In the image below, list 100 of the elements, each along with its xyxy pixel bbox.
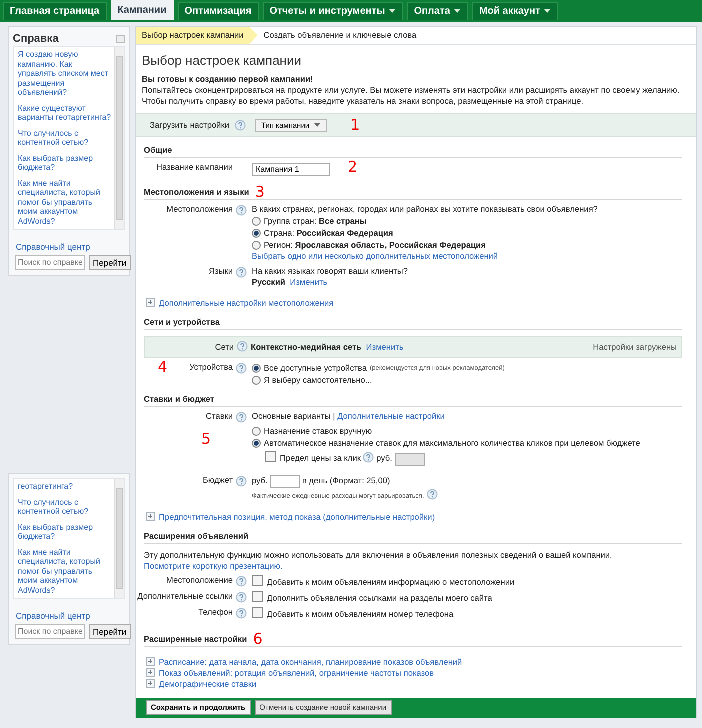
checkbox[interactable] bbox=[265, 451, 276, 462]
section-heading: Местоположения и языки bbox=[144, 187, 250, 198]
help-icon[interactable] bbox=[236, 576, 247, 587]
change-link[interactable]: Изменить bbox=[290, 277, 328, 288]
checkbox[interactable] bbox=[252, 590, 263, 602]
expand-icon[interactable] bbox=[146, 668, 155, 677]
caret-icon bbox=[544, 9, 552, 13]
help-icon[interactable] bbox=[236, 476, 247, 487]
help-icon[interactable] bbox=[236, 267, 247, 278]
help-link[interactable]: Что случилось с контентной сетью? bbox=[18, 498, 112, 516]
search-button[interactable]: Перейти bbox=[89, 255, 131, 270]
help-icon[interactable] bbox=[236, 412, 247, 424]
section-heading: Расширенные настройки bbox=[144, 634, 248, 645]
help-icon[interactable] bbox=[426, 488, 438, 500]
help-link[interactable]: Какие существуют варианты геотаргетинга? bbox=[18, 104, 112, 122]
nav-tab[interactable]: Кампании bbox=[110, 0, 174, 20]
panel-title: Справка bbox=[13, 32, 59, 44]
help-icon[interactable] bbox=[236, 592, 247, 603]
help-link[interactable]: Как мне найти специалиста, который помог бы управлять моим аккаунтом AdWords? bbox=[18, 548, 112, 595]
annotation-number: 1 bbox=[350, 120, 360, 130]
nav-tab[interactable]: Мой аккаунт bbox=[472, 2, 558, 20]
option-label: Все доступные устройства bbox=[264, 363, 367, 374]
network-value: Контекстно-медийная сеть bbox=[251, 342, 362, 352]
field-label: Телефон bbox=[198, 606, 233, 617]
option-label: Назначение ставок вручную bbox=[264, 426, 372, 438]
help-link[interactable]: Как мне найти специалиста, который помог бы управлять моим аккаунтом AdWords? bbox=[18, 178, 112, 226]
option-label: Я выберу самостоятельно... bbox=[264, 375, 372, 386]
change-link[interactable]: Изменить bbox=[366, 342, 404, 352]
annotation-number: 2 bbox=[348, 158, 358, 176]
field-label: Местоположение bbox=[166, 574, 233, 585]
caret-icon bbox=[454, 9, 462, 13]
question-text: На каких языках говорят ваши клиенты? bbox=[252, 266, 408, 276]
checkbox[interactable] bbox=[252, 574, 263, 586]
option-label: Дополнить объявления ссылками на разделы моего сайта bbox=[267, 592, 492, 603]
expand-icon[interactable] bbox=[146, 656, 155, 666]
help-link[interactable]: геотаргетинга? bbox=[18, 482, 112, 492]
option-label: Добавить к моим объявлениям информацию о местоположении bbox=[267, 576, 515, 587]
checkbox[interactable] bbox=[252, 606, 263, 618]
nav-tab[interactable]: Оптимизация bbox=[178, 2, 259, 20]
currency-label: руб. bbox=[376, 453, 392, 464]
help-icon[interactable] bbox=[235, 120, 246, 130]
section-heading: Ставки и бюджет bbox=[144, 394, 214, 406]
help-link[interactable]: Как выбрать размер бюджета? bbox=[18, 154, 112, 172]
radio-button[interactable] bbox=[252, 439, 261, 448]
search-button[interactable]: Перейти bbox=[89, 624, 131, 639]
status-text: Настройки загружены bbox=[593, 342, 678, 353]
annotation-number: 6 bbox=[253, 634, 263, 645]
extensions-description: Эту дополнительную функцию можно использовать для включения в объявления полезных сведений о вашей компании. Посмотрите короткую презентацию. bbox=[144, 550, 614, 572]
caret-icon bbox=[314, 122, 321, 126]
help-icon[interactable] bbox=[237, 341, 248, 352]
advanced-settings-link[interactable]: Дополнительные настройки bbox=[338, 411, 445, 422]
help-link[interactable]: Я создаю новую кампанию. Как управлять списком мест размещения объявлений? bbox=[18, 50, 112, 98]
field-label: Сети bbox=[215, 342, 234, 352]
intro-heading: Вы готовы к созданию первой кампании! bbox=[142, 74, 314, 85]
expand-link[interactable]: Дополнительные настройки местоположения bbox=[159, 298, 334, 308]
page-title: Выбор настроек кампании bbox=[142, 53, 302, 69]
radio-button[interactable] bbox=[252, 427, 261, 436]
field-label: Дополнительные ссылки bbox=[138, 590, 233, 601]
budget-field[interactable] bbox=[270, 474, 300, 488]
campaign-name-field[interactable]: Кампания 1 bbox=[252, 163, 330, 176]
help-link[interactable]: Что случилось с контентной сетью? bbox=[18, 128, 112, 148]
option-label: Страна: Российская Федерация bbox=[264, 228, 394, 240]
presentation-link[interactable]: Посмотрите короткую презентацию. bbox=[144, 560, 283, 571]
help-icon[interactable] bbox=[236, 363, 247, 374]
help-center-link[interactable]: Справочный центр bbox=[16, 611, 90, 621]
nav-tab[interactable]: Оплата bbox=[407, 2, 468, 20]
expand-icon[interactable] bbox=[146, 512, 155, 521]
wizard-step[interactable]: Выбор настроек кампании bbox=[136, 27, 258, 44]
option-label: Добавить к моим объявлениям номер телефона bbox=[267, 608, 454, 619]
help-icon[interactable] bbox=[236, 608, 247, 619]
field-label: Языки bbox=[208, 266, 233, 276]
help-icon[interactable] bbox=[236, 205, 247, 216]
field-label: Устройства bbox=[190, 362, 233, 374]
scrollbar[interactable] bbox=[114, 479, 124, 598]
section-heading: Общие bbox=[144, 145, 172, 156]
field-label: Бюджет bbox=[202, 474, 233, 485]
add-locations-link[interactable]: Выбрать одно или несколько дополнительных местоположений bbox=[252, 251, 498, 262]
format-hint: в день (Формат: 25,00) bbox=[302, 475, 390, 486]
radio-button[interactable] bbox=[252, 229, 261, 238]
expand-link[interactable]: Предпочтительная позиция, метод показа (дополнительные настройки) bbox=[159, 512, 436, 522]
nav-tab[interactable]: Главная страница bbox=[3, 2, 107, 20]
caret-icon bbox=[389, 9, 396, 13]
radio-button[interactable] bbox=[252, 241, 261, 250]
expand-link[interactable]: Демографические ставки bbox=[159, 678, 257, 689]
expand-link[interactable]: Показ объявлений: ротация объявлений, ограничение частоты показов bbox=[159, 668, 434, 678]
help-center-link[interactable]: Справочный центр bbox=[16, 242, 90, 252]
help-icon[interactable] bbox=[363, 452, 374, 464]
option-label: Группа стран: Все страны bbox=[264, 216, 367, 228]
collapse-icon[interactable] bbox=[116, 34, 125, 42]
radio-button[interactable] bbox=[252, 217, 261, 226]
nav-tab[interactable]: Отчеты и инструменты bbox=[262, 2, 404, 20]
radio-button[interactable] bbox=[252, 376, 261, 386]
scrollbar[interactable] bbox=[114, 47, 124, 229]
radio-button[interactable] bbox=[252, 364, 261, 374]
help-link[interactable]: Как выбрать размер бюджета? bbox=[18, 522, 112, 542]
language-value: Русский bbox=[252, 277, 286, 288]
expand-link[interactable]: Расписание: дата начала, дата окончания, планирование показов объявлений bbox=[159, 656, 462, 667]
section-heading: Расширения объявлений bbox=[144, 530, 249, 542]
expand-icon[interactable] bbox=[146, 678, 155, 688]
expand-icon[interactable] bbox=[146, 298, 155, 308]
